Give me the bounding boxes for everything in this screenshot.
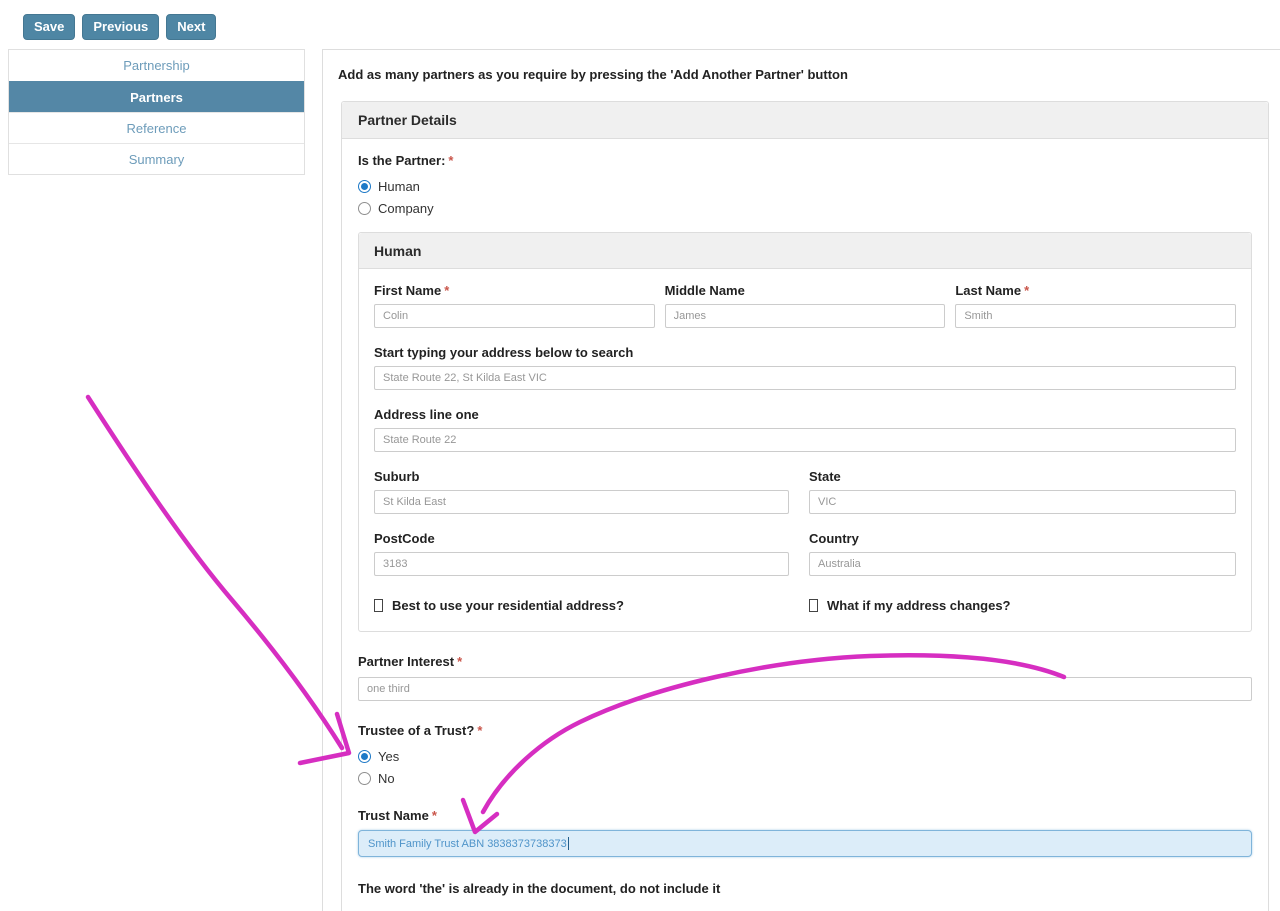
sidebar-item-partners[interactable]: Partners (9, 81, 304, 112)
page: Save Previous Next Partnership Partners … (0, 0, 1280, 911)
partner-details-panel: Partner Details Is the Partner:* Human C… (341, 101, 1269, 911)
sidebar-item-summary[interactable]: Summary (9, 143, 304, 174)
trustee-yes-radio[interactable] (358, 750, 371, 763)
human-radio-label: Human (378, 179, 420, 194)
sidebar-item-partnership[interactable]: Partnership (9, 50, 304, 81)
address-line-one-input[interactable] (374, 428, 1236, 452)
previous-button[interactable]: Previous (82, 14, 159, 40)
trust-name-input[interactable]: Smith Family Trust ABN 3838373738373 (358, 830, 1252, 857)
main-content: Add as many partners as you require by p… (322, 49, 1280, 911)
radio-row-human: Human (358, 179, 1252, 194)
toolbar: Save Previous Next (23, 14, 216, 40)
company-radio-label: Company (378, 201, 434, 216)
placeholder-box-icon (374, 599, 383, 612)
country-input[interactable] (809, 552, 1236, 576)
sidebar-item-reference[interactable]: Reference (9, 112, 304, 143)
trustee-yes-label: Yes (378, 749, 399, 764)
is-partner-label: Is the Partner:* (358, 153, 1252, 168)
middle-name-label: Middle Name (665, 283, 946, 298)
annotation-arrow-to-trustee-yes (88, 397, 349, 763)
required-asterisk: * (448, 153, 453, 168)
required-asterisk: * (477, 723, 482, 738)
partner-interest-input[interactable] (358, 677, 1252, 701)
address-search-input[interactable] (374, 366, 1236, 390)
suburb-input[interactable] (374, 490, 789, 514)
residential-address-help-link[interactable]: Best to use your residential address? (374, 598, 789, 613)
required-asterisk: * (432, 808, 437, 823)
trustee-label: Trustee of a Trust?* (358, 723, 1252, 738)
trustee-no-radio[interactable] (358, 772, 371, 785)
radio-row-yes: Yes (358, 749, 1252, 764)
first-name-label: First Name* (374, 283, 655, 298)
trustee-no-label: No (378, 771, 395, 786)
intro-text: Add as many partners as you require by p… (338, 67, 848, 82)
address-line-one-label: Address line one (374, 407, 1236, 422)
placeholder-box-icon (809, 599, 818, 612)
last-name-label: Last Name* (955, 283, 1236, 298)
human-panel: Human First Name* Middle Name (358, 232, 1252, 632)
state-input[interactable] (809, 490, 1236, 514)
radio-row-company: Company (358, 201, 1252, 216)
suburb-label: Suburb (374, 469, 789, 484)
postcode-input[interactable] (374, 552, 789, 576)
radio-row-no: No (358, 771, 1252, 786)
required-asterisk: * (444, 283, 449, 298)
first-name-input[interactable] (374, 304, 655, 328)
partner-interest-label: Partner Interest* (358, 654, 1252, 669)
save-button[interactable]: Save (23, 14, 75, 40)
partner-details-title: Partner Details (342, 102, 1268, 139)
address-changes-help-link[interactable]: What if my address changes? (809, 598, 1236, 613)
required-asterisk: * (1024, 283, 1029, 298)
middle-name-input[interactable] (665, 304, 946, 328)
text-caret (568, 837, 569, 850)
human-panel-title: Human (359, 233, 1251, 269)
postcode-label: PostCode (374, 531, 789, 546)
trust-name-note: The word 'the' is already in the documen… (358, 881, 1252, 896)
next-button[interactable]: Next (166, 14, 216, 40)
step-sidebar: Partnership Partners Reference Summary (8, 49, 305, 175)
required-asterisk: * (457, 654, 462, 669)
trust-name-label: Trust Name* (358, 808, 1252, 823)
company-radio[interactable] (358, 202, 371, 215)
last-name-input[interactable] (955, 304, 1236, 328)
address-search-label: Start typing your address below to searc… (374, 345, 1236, 360)
human-radio[interactable] (358, 180, 371, 193)
country-label: Country (809, 531, 1236, 546)
state-label: State (809, 469, 1236, 484)
